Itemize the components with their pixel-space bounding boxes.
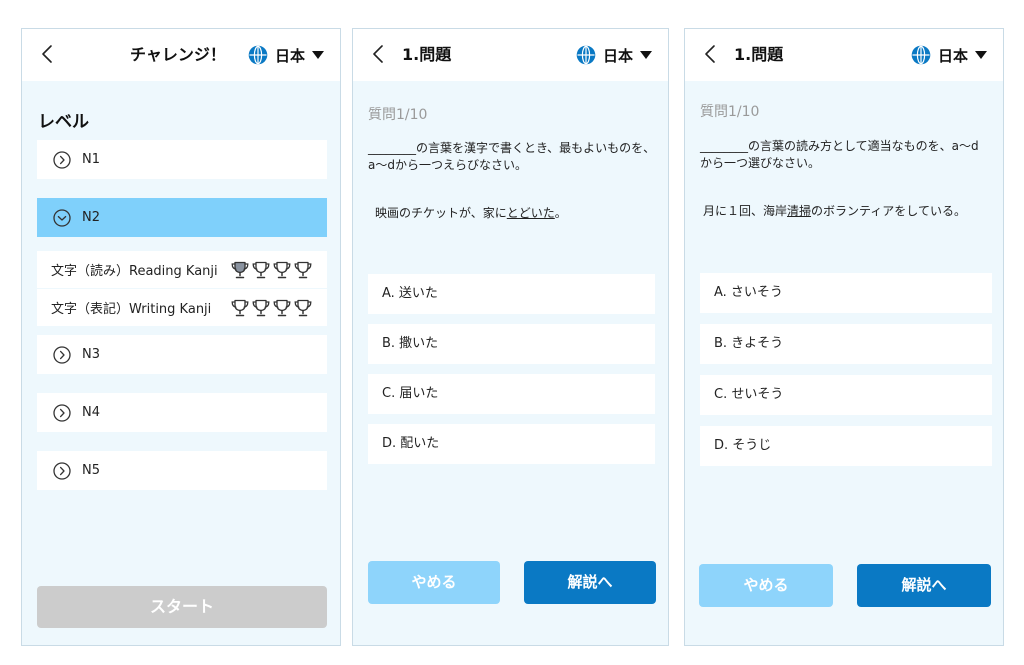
question-sentence: 映画のチケットが、家にとどいた。 [375, 204, 567, 221]
level-item-n1[interactable]: N1 [37, 140, 327, 179]
sentence-text: のボランティアをしている。 [811, 204, 966, 218]
category-item-reading-kanji[interactable]: 文字（読み）Reading Kanji [37, 251, 327, 288]
answer-option-a[interactable]: A. 送いた [368, 274, 655, 314]
header: 1.問題 日本 [685, 29, 1003, 81]
answer-option-b[interactable]: B. 撒いた [368, 324, 655, 364]
start-button[interactable]: スタート [37, 586, 327, 628]
answer-option-c[interactable]: C. 届いた [368, 374, 655, 414]
trophy-icon [252, 299, 270, 317]
quit-button[interactable]: やめる [699, 564, 833, 607]
circle-chevron-right-icon [53, 345, 71, 364]
question-screen-reading: 1.問題 日本 質問1/10 ________の言葉の読み方として適当なものを、… [684, 28, 1004, 646]
page-title: 1.問題 [402, 45, 452, 64]
level-label: N5 [82, 463, 100, 478]
sentence-target-word: 清掃 [787, 204, 812, 218]
globe-icon [248, 45, 268, 65]
chevron-left-icon [373, 45, 383, 63]
level-label: N1 [82, 152, 100, 167]
back-button[interactable] [366, 41, 392, 67]
answer-option-a[interactable]: A. さいそう [700, 273, 992, 313]
level-item-n4[interactable]: N4 [37, 393, 327, 432]
trophy-row [230, 260, 313, 280]
category-item-writing-kanji[interactable]: 文字（表記）Writing Kanji [37, 289, 327, 326]
question-counter: 質問1/10 [368, 107, 428, 123]
caret-down-icon [640, 51, 652, 59]
level-label: N2 [82, 210, 100, 225]
trophy-icon [231, 261, 249, 279]
trophy-icon [273, 299, 291, 317]
globe-icon [911, 45, 931, 65]
level-item-n5[interactable]: N5 [37, 451, 327, 490]
category-label: 文字（読み）Reading Kanji [51, 264, 218, 279]
question-prompt: ________の言葉の読み方として適当なものを、a〜dから一つ選びなさい。 [700, 139, 979, 170]
language-selector[interactable]: 日本 [576, 29, 652, 81]
answer-option-c[interactable]: C. せいそう [700, 375, 992, 415]
sentence-target-word: とどいた [506, 206, 555, 220]
sentence-text: 月に１回、海岸 [703, 204, 788, 218]
level-item-n3[interactable]: N3 [37, 335, 327, 374]
language-label: 日本 [602, 46, 633, 65]
trophy-icon [294, 261, 312, 279]
language-selector[interactable]: 日本 [911, 29, 987, 81]
language-label: 日本 [274, 46, 305, 65]
circle-chevron-right-icon [53, 403, 71, 422]
explanation-button[interactable]: 解説へ [857, 564, 991, 607]
answer-option-b[interactable]: B. きよそう [700, 324, 992, 364]
sentence-text: 。 [554, 206, 567, 220]
trophy-icon [252, 261, 270, 279]
back-button[interactable] [698, 41, 724, 67]
trophy-icon [231, 299, 249, 317]
challenge-screen: チャレンジ！ 日本 レベル N1 N2 文字（読み）Reading Kanji … [21, 28, 341, 646]
language-selector[interactable]: 日本 [248, 29, 324, 81]
back-button[interactable] [35, 41, 61, 67]
header: 1.問題 日本 [353, 29, 668, 81]
trophy-icon [294, 299, 312, 317]
caret-down-icon [312, 51, 324, 59]
circle-chevron-right-icon [53, 461, 71, 480]
quit-button[interactable]: やめる [368, 561, 500, 604]
sentence-text: 映画のチケットが、家に [375, 206, 507, 220]
language-label: 日本 [937, 46, 968, 65]
caret-down-icon [975, 51, 987, 59]
circle-chevron-right-icon [53, 150, 71, 169]
trophy-row [230, 298, 313, 318]
globe-icon [576, 45, 596, 65]
chevron-left-icon [705, 45, 715, 63]
page-title: チャレンジ！ [130, 45, 226, 64]
level-label: N4 [82, 405, 100, 420]
page-title: 1.問題 [734, 45, 784, 64]
answer-option-d[interactable]: D. 配いた [368, 424, 655, 464]
question-sentence: 月に１回、海岸清掃のボランティアをしている。 [703, 202, 966, 219]
question-screen-writing: 1.問題 日本 質問1/10 ________の言葉を漢字で書くとき、最もよいも… [352, 28, 669, 646]
question-prompt: ________の言葉を漢字で書くとき、最もよいものを、a〜dから一つえらびなさ… [368, 141, 656, 172]
level-item-n2[interactable]: N2 [37, 198, 327, 237]
circle-chevron-down-icon [53, 208, 71, 227]
header: チャレンジ！ 日本 [22, 29, 340, 81]
question-counter: 質問1/10 [700, 104, 760, 120]
explanation-button[interactable]: 解説へ [524, 561, 656, 604]
answer-option-d[interactable]: D. そうじ [700, 426, 992, 466]
trophy-icon [273, 261, 291, 279]
chevron-left-icon [42, 45, 52, 63]
category-label: 文字（表記）Writing Kanji [51, 302, 212, 317]
level-label: N3 [82, 347, 100, 362]
level-heading: レベル [38, 112, 89, 132]
